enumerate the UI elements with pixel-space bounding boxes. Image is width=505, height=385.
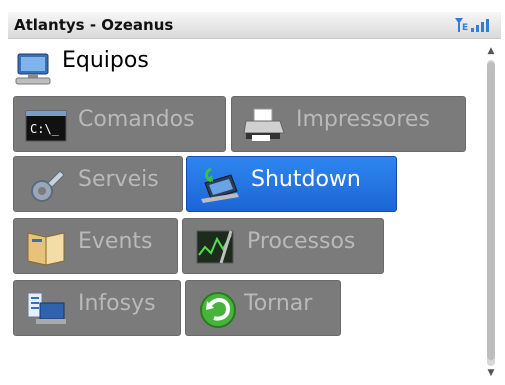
- screen: Atlantys - Ozeanus E Equipos C:\_ Comand…: [0, 0, 505, 385]
- wrench-gear-icon: [24, 165, 68, 205]
- impressores-label: Impressores: [296, 107, 430, 132]
- section-title: Equipos: [62, 48, 149, 73]
- return-arrow-icon: [196, 289, 240, 329]
- processos-button[interactable]: Processos: [182, 218, 384, 274]
- process-monitor-icon: [193, 227, 237, 267]
- app-title: Atlantys - Ozeanus: [14, 16, 174, 34]
- shutdown-label: Shutdown: [251, 167, 361, 192]
- svg-text:C:\_: C:\_: [30, 122, 60, 136]
- infosys-label: Infosys: [78, 291, 156, 316]
- book-icon: [24, 227, 68, 267]
- signal-strength-icon: E: [453, 16, 495, 34]
- svg-text:E: E: [462, 23, 468, 33]
- comandos-label: Comandos: [78, 107, 195, 132]
- infosys-button[interactable]: Infosys: [13, 280, 181, 336]
- serveis-label: Serveis: [78, 167, 159, 192]
- scrollbar[interactable]: ▲ ▼: [484, 44, 498, 380]
- comandos-button[interactable]: C:\_ Comandos: [13, 96, 226, 152]
- tornar-label: Tornar: [244, 291, 313, 316]
- scroll-thumb[interactable]: [487, 62, 495, 360]
- terminal-icon: C:\_: [24, 105, 68, 145]
- shutdown-button[interactable]: Shutdown: [186, 156, 397, 212]
- laptop-shutdown-icon: [197, 165, 241, 205]
- computer-icon: [10, 50, 56, 88]
- events-label: Events: [78, 229, 153, 254]
- serveis-button[interactable]: Serveis: [13, 156, 183, 212]
- printer-icon: [242, 105, 286, 145]
- system-info-icon: [24, 289, 68, 329]
- processos-label: Processos: [247, 229, 356, 254]
- events-button[interactable]: Events: [13, 218, 178, 274]
- tornar-button[interactable]: Tornar: [185, 280, 341, 336]
- title-bar: Atlantys - Ozeanus E: [8, 12, 501, 39]
- scroll-down-icon[interactable]: ▼: [486, 368, 496, 378]
- impressores-button[interactable]: Impressores: [231, 96, 466, 152]
- scroll-up-icon[interactable]: ▲: [486, 46, 496, 56]
